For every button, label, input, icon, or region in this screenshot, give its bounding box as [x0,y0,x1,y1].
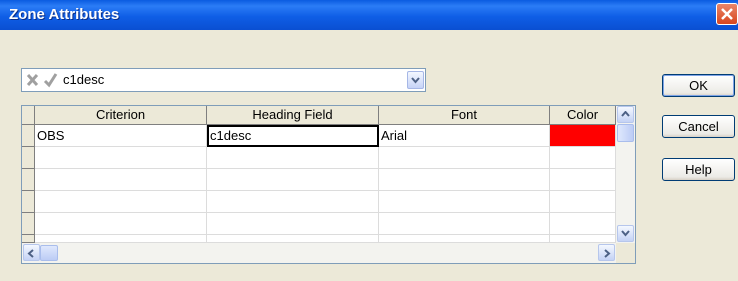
row-header[interactable] [22,169,35,191]
vertical-scroll-thumb[interactable] [617,124,634,142]
grid-cell[interactable] [379,191,550,213]
grid-cell[interactable] [550,169,616,191]
grid-corner [22,106,35,125]
horizontal-scrollbar[interactable] [22,243,616,263]
grid-cell[interactable] [379,169,550,191]
scroll-right-button[interactable] [598,244,615,261]
column-header-criterion[interactable]: Criterion [35,106,207,125]
column-header-font[interactable]: Font [379,106,550,125]
arrow-right-icon [604,249,611,258]
cell-criterion[interactable]: OBS [35,125,207,147]
help-button[interactable]: Help [662,158,735,181]
zone-attributes-dialog: Zone Attributes c1desc Criterion Heading… [0,0,738,281]
row-header[interactable] [22,235,35,243]
grid-cell[interactable] [379,213,550,235]
edit-dropdown-button[interactable] [407,71,424,89]
check-icon [43,73,58,88]
column-header-color[interactable]: Color [550,106,616,125]
grid-cell[interactable] [379,147,550,169]
cell-heading-field[interactable]: c1desc [207,125,379,147]
cell-font[interactable]: Arial [379,125,550,147]
grid-cell[interactable] [550,191,616,213]
cancel-edit-button[interactable] [24,71,41,89]
close-button[interactable] [716,3,738,25]
row-header[interactable] [22,213,35,235]
grid-cell[interactable] [35,169,207,191]
scrollbar-corner [616,243,635,263]
row-header[interactable] [22,191,35,213]
grid-cell[interactable] [35,191,207,213]
ok-button[interactable]: OK [662,74,735,97]
vertical-scrollbar[interactable] [616,106,635,243]
accept-edit-button[interactable] [42,71,59,89]
arrow-down-icon [621,230,630,237]
attributes-grid: Criterion Heading Field Font Color OBS c… [21,105,636,264]
scroll-down-button[interactable] [617,225,634,242]
chevron-down-icon [411,77,420,84]
horizontal-scroll-thumb[interactable] [40,245,58,261]
grid-cell[interactable] [550,147,616,169]
grid-cell[interactable] [379,235,550,243]
arrow-up-icon [621,111,630,117]
window-title: Zone Attributes [9,6,120,23]
cell-edit-bar: c1desc [21,68,426,92]
arrow-left-icon [27,249,34,258]
scroll-up-button[interactable] [617,106,634,123]
row-header[interactable] [22,147,35,169]
grid-cell[interactable] [207,147,379,169]
cell-edit-input[interactable]: c1desc [63,72,104,87]
row-header[interactable] [22,125,35,147]
grid-cell[interactable] [550,235,616,243]
title-bar: Zone Attributes [0,0,738,30]
grid-cell[interactable] [207,213,379,235]
x-icon [26,73,39,87]
grid-cell[interactable] [207,191,379,213]
grid-cell[interactable] [550,213,616,235]
column-header-heading-field[interactable]: Heading Field [207,106,379,125]
grid-cell[interactable] [35,235,207,243]
grid-cell[interactable] [35,147,207,169]
cancel-button[interactable]: Cancel [662,115,735,138]
close-icon [721,8,733,20]
grid-cell[interactable] [35,213,207,235]
grid-cell[interactable] [207,169,379,191]
cell-color[interactable] [550,125,616,147]
scroll-left-button[interactable] [23,244,40,261]
grid-cell[interactable] [207,235,379,243]
